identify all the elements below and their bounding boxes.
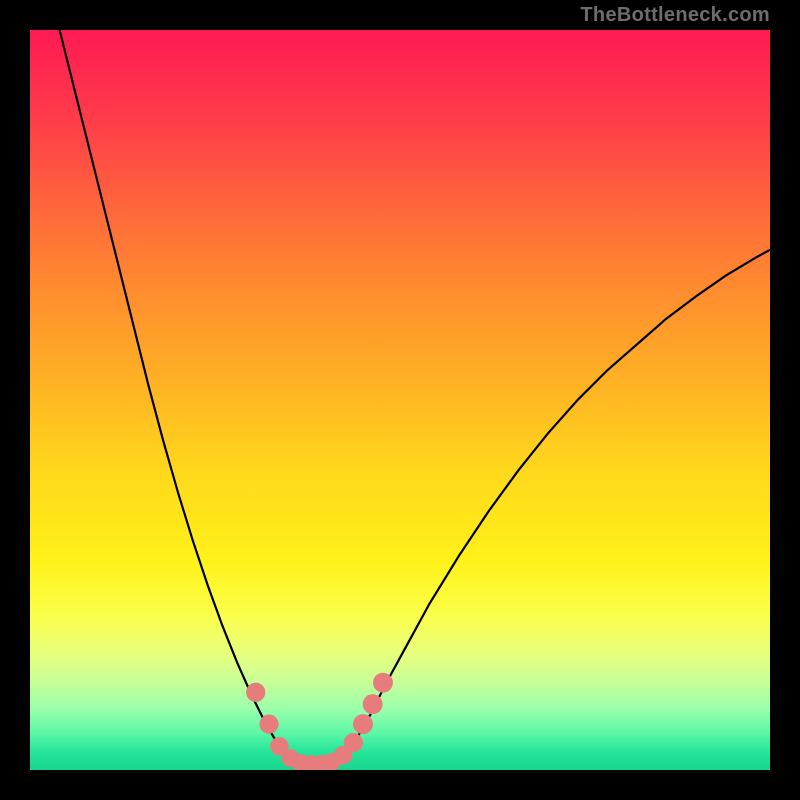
curve-marker	[259, 715, 278, 734]
bottleneck-curve	[60, 30, 770, 766]
curve-marker	[353, 714, 373, 734]
curve-marker	[246, 683, 265, 702]
chart-frame: TheBottleneck.com	[0, 0, 800, 800]
curve-marker	[363, 694, 383, 714]
curve-marker	[344, 733, 363, 752]
chart-svg	[30, 30, 770, 770]
attribution-text: TheBottleneck.com	[580, 4, 770, 27]
curve-marker	[373, 673, 393, 693]
plot-area	[30, 30, 770, 770]
marker-group	[246, 673, 393, 770]
